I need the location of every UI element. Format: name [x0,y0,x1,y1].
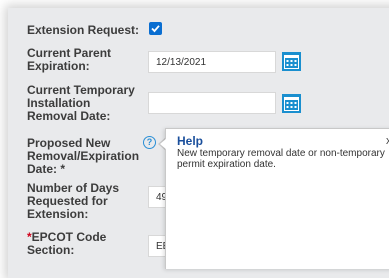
extension-request-checkbox[interactable] [149,22,162,35]
current-parent-expiration-field[interactable]: 12/13/2021 [148,51,276,73]
epcot-code-section-label: *EPCOT Code Section: [27,231,137,257]
current-temporary-removal-field[interactable] [148,92,276,114]
current-temporary-removal-calendar-button[interactable] [282,94,301,113]
extension-request-label: Extension Request: [27,23,140,37]
checkmark-icon [151,25,160,33]
help-popup: Help x New temporary removal date or non… [165,128,389,269]
help-icon[interactable]: ? [143,136,156,149]
current-parent-expiration-label: Current Parent Expiration: [27,46,112,73]
calendar-icon [284,55,299,69]
epcot-code-section-label-text: EPCOT Code Section: [27,230,107,257]
proposed-new-removal-label: Proposed New Removal/Expiration Date: * [27,136,140,176]
help-popup-title: Help [177,134,204,148]
current-temporary-removal-label: Current Temporary Installation Removal D… [27,83,135,123]
help-popup-caret-inner [160,138,167,150]
current-parent-expiration-calendar-button[interactable] [282,52,301,71]
help-popup-body: New temporary removal date or non-tempor… [177,148,385,170]
calendar-icon [284,97,299,111]
number-of-days-label: Number of Days Requested for Extension: [27,181,120,221]
